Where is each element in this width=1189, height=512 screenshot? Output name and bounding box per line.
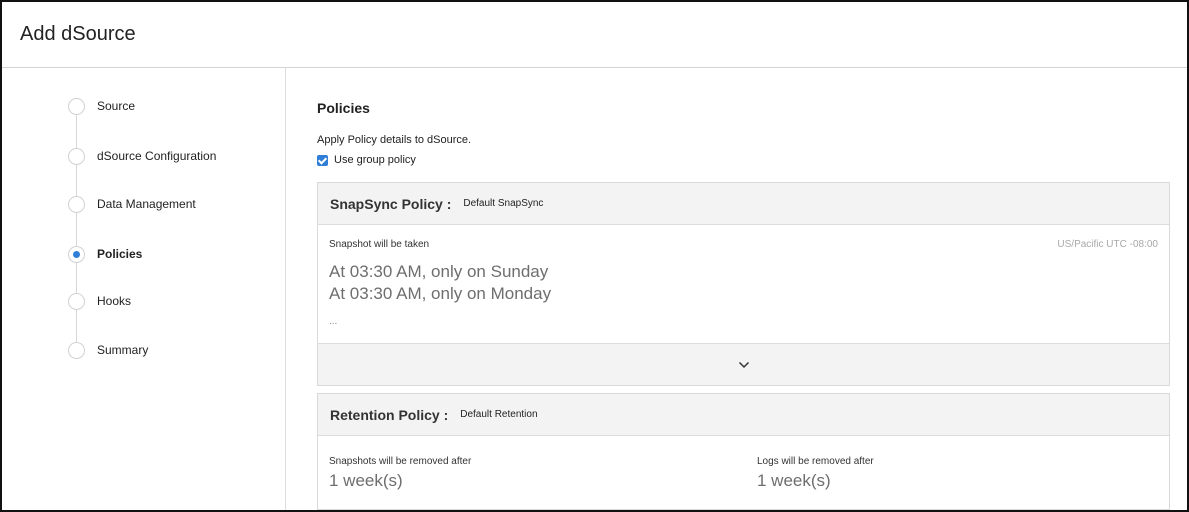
step-dsource-configuration[interactable]: dSource Configuration	[68, 147, 216, 165]
step-summary[interactable]: Summary	[68, 341, 148, 359]
retention-title: Retention Policy :	[330, 406, 449, 423]
snapsync-policy-panel: SnapSync Policy : Default SnapSync Snaps…	[317, 182, 1170, 386]
step-hooks[interactable]: Hooks	[68, 292, 131, 310]
section-title: Policies	[317, 100, 370, 116]
step-policies[interactable]: Policies	[68, 245, 142, 263]
retention-panel-header: Retention Policy : Default Retention	[318, 394, 1169, 436]
checkbox-checked-icon[interactable]	[317, 154, 328, 166]
schedule-more-ellipsis: ...	[329, 316, 338, 327]
timezone-label: US/Pacific UTC -08:00	[1057, 239, 1158, 250]
retention-panel-body: Snapshots will be removed after 1 week(s…	[318, 436, 1169, 510]
section-description: Apply Policy details to dSource.	[317, 134, 472, 146]
logs-retention-value: 1 week(s)	[757, 471, 831, 490]
snapsync-panel-body: Snapshot will be taken US/Pacific UTC -0…	[318, 225, 1169, 343]
step-active-indicator-icon	[68, 245, 85, 263]
logs-retention-caption: Logs will be removed after	[757, 456, 874, 467]
policies-content: Policies Apply Policy details to dSource…	[286, 68, 1187, 510]
step-indicator-icon	[68, 341, 85, 359]
dialog-header: Add dSource	[2, 2, 1187, 68]
expand-schedule-button[interactable]	[318, 343, 1169, 385]
schedule-entry: At 03:30 AM, only on Monday	[329, 284, 552, 303]
snapsync-title: SnapSync Policy :	[330, 195, 452, 212]
step-data-management[interactable]: Data Management	[68, 195, 196, 213]
step-indicator-icon	[68, 97, 85, 115]
step-source[interactable]: Source	[68, 97, 135, 115]
chevron-down-icon	[738, 361, 749, 368]
snapshots-retention-caption: Snapshots will be removed after	[329, 456, 472, 467]
add-dsource-dialog: Add dSource Source dSource Configuration…	[0, 0, 1189, 512]
step-label: Source	[97, 99, 136, 113]
snapsync-policy-name: Default SnapSync	[463, 198, 544, 209]
retention-policy-panel: Retention Policy : Default Retention Sna…	[317, 393, 1170, 510]
snapsync-panel-header: SnapSync Policy : Default SnapSync	[318, 183, 1169, 225]
use-group-policy-checkbox[interactable]: Use group policy	[317, 154, 416, 166]
checkbox-label: Use group policy	[334, 154, 416, 166]
schedule-entry: At 03:30 AM, only on Sunday	[329, 262, 549, 281]
snapshot-caption: Snapshot will be taken	[329, 239, 430, 250]
step-indicator-icon	[68, 195, 85, 213]
step-label: Hooks	[97, 294, 132, 308]
wizard-steps: Source dSource Configuration Data Manage…	[2, 68, 286, 510]
step-label: Data Management	[97, 197, 196, 211]
step-connector-line	[76, 108, 77, 348]
retention-policy-name: Default Retention	[460, 409, 538, 420]
step-indicator-icon	[68, 147, 85, 165]
step-label: Policies	[97, 247, 143, 261]
snapshots-retention-value: 1 week(s)	[329, 471, 403, 490]
step-indicator-icon	[68, 292, 85, 310]
step-label: Summary	[97, 343, 149, 357]
dialog-title: Add dSource	[20, 23, 136, 45]
step-label: dSource Configuration	[97, 149, 217, 163]
